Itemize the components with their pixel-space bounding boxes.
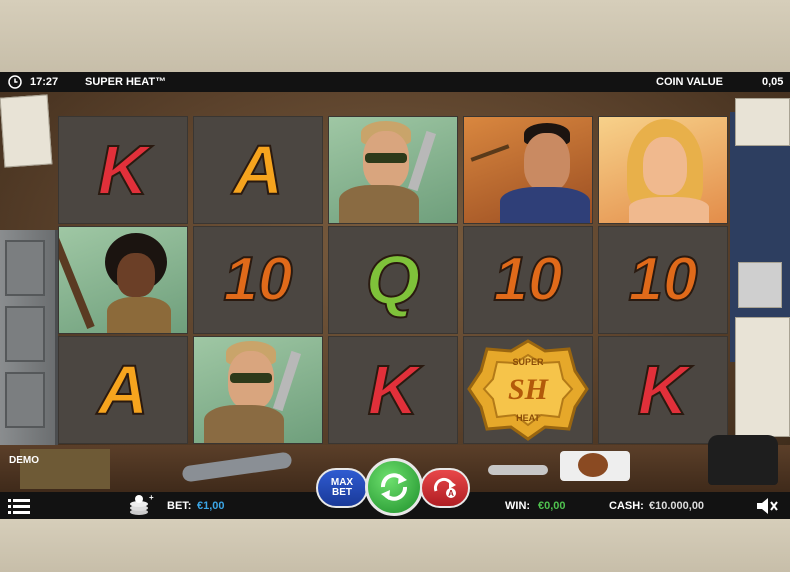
reel2-symbol-a: A: [193, 116, 323, 224]
wall-wanted-posters: [735, 317, 790, 437]
symbol-q: Q: [365, 241, 421, 319]
clock-icon: [8, 75, 22, 89]
reel4-symbol-10: 10: [463, 226, 593, 334]
portrait-sheriff: [329, 117, 457, 223]
revolver-prop: [181, 451, 293, 483]
telephone-prop: [708, 435, 778, 485]
coin-stack-icon[interactable]: +: [128, 493, 154, 517]
badge-text: SH: [508, 373, 550, 406]
reel3-symbol-q: Q: [328, 226, 458, 334]
badge-bottom-text: HEAT: [516, 413, 540, 423]
bet-label: BET:: [167, 500, 192, 512]
coin-value-label: COIN VALUE: [656, 76, 724, 88]
wall-note: [0, 94, 53, 168]
reel2-symbol-sheriff: [193, 336, 323, 444]
portrait-blonde: [599, 117, 727, 223]
clock-time: 17:27: [30, 76, 59, 88]
page-frame-top: [0, 0, 790, 72]
coin-value[interactable]: 0,05: [762, 76, 783, 88]
wall-photo-car: [735, 98, 790, 146]
cash-value: €10.000,00: [649, 500, 705, 512]
keys-prop: [488, 465, 548, 475]
wall-photo-mugshot: [738, 262, 782, 308]
reel3-symbol-sheriff: [328, 116, 458, 224]
portrait-woman-afro: [59, 227, 187, 333]
badge-top-text: SUPER: [512, 357, 544, 367]
reel1-symbol-k: K: [58, 116, 188, 224]
symbol-10: 10: [223, 245, 294, 314]
symbol-k: K: [97, 131, 150, 209]
cash-label: CASH:: [609, 500, 644, 512]
reel5-symbol-k: K: [598, 336, 728, 444]
reel4-symbol-badge: SH SUPER HEAT: [463, 336, 593, 444]
win-label: WIN:: [505, 500, 531, 512]
max-bet-button[interactable]: MAX BET: [316, 468, 368, 508]
badge-wild-icon: SH SUPER HEAT: [467, 339, 589, 441]
reel2-symbol-10: 10: [193, 226, 323, 334]
donut-plate-prop: [560, 451, 630, 481]
reel5-symbol-10: 10: [598, 226, 728, 334]
symbol-k: K: [637, 351, 690, 429]
game-title: SUPER HEAT™: [85, 76, 167, 88]
reel1-symbol-woman: [58, 226, 188, 334]
demo-label: DEMO: [9, 455, 39, 466]
reel3-symbol-k: K: [328, 336, 458, 444]
menu-icon[interactable]: [8, 498, 30, 514]
reel4-symbol-mobster: [463, 116, 593, 224]
symbol-k: K: [367, 351, 420, 429]
portrait-sheriff: [194, 337, 322, 443]
autoplay-icon: A: [433, 477, 456, 498]
symbol-a: A: [97, 351, 150, 429]
max-bet-line2: BET: [332, 487, 352, 498]
symbol-10: 10: [493, 245, 564, 314]
game-area: 17:27 SUPER HEAT™ COIN VALUE 0,05 K A A …: [0, 72, 790, 519]
symbol-a: A: [232, 131, 285, 209]
svg-text:+: +: [149, 493, 154, 502]
spin-button[interactable]: [365, 458, 423, 516]
page-frame-bottom: [0, 519, 790, 572]
reel-grid: K A A 10 Q K 10 SH SUPER HEAT 10 K: [58, 116, 730, 446]
autoplay-button[interactable]: A: [420, 468, 470, 508]
reel5-symbol-blonde: [598, 116, 728, 224]
top-bar: 17:27 SUPER HEAT™ COIN VALUE 0,05: [0, 72, 790, 92]
win-value: €0,00: [538, 500, 566, 512]
svg-text:A: A: [448, 489, 454, 498]
bet-value: €1,00: [197, 500, 225, 512]
spin-icon: [381, 473, 407, 501]
portrait-mobster: [464, 117, 592, 223]
filing-cabinet: [0, 230, 58, 450]
reel1-symbol-a: A: [58, 336, 188, 444]
sound-icon[interactable]: [755, 496, 779, 516]
symbol-10: 10: [628, 245, 699, 314]
